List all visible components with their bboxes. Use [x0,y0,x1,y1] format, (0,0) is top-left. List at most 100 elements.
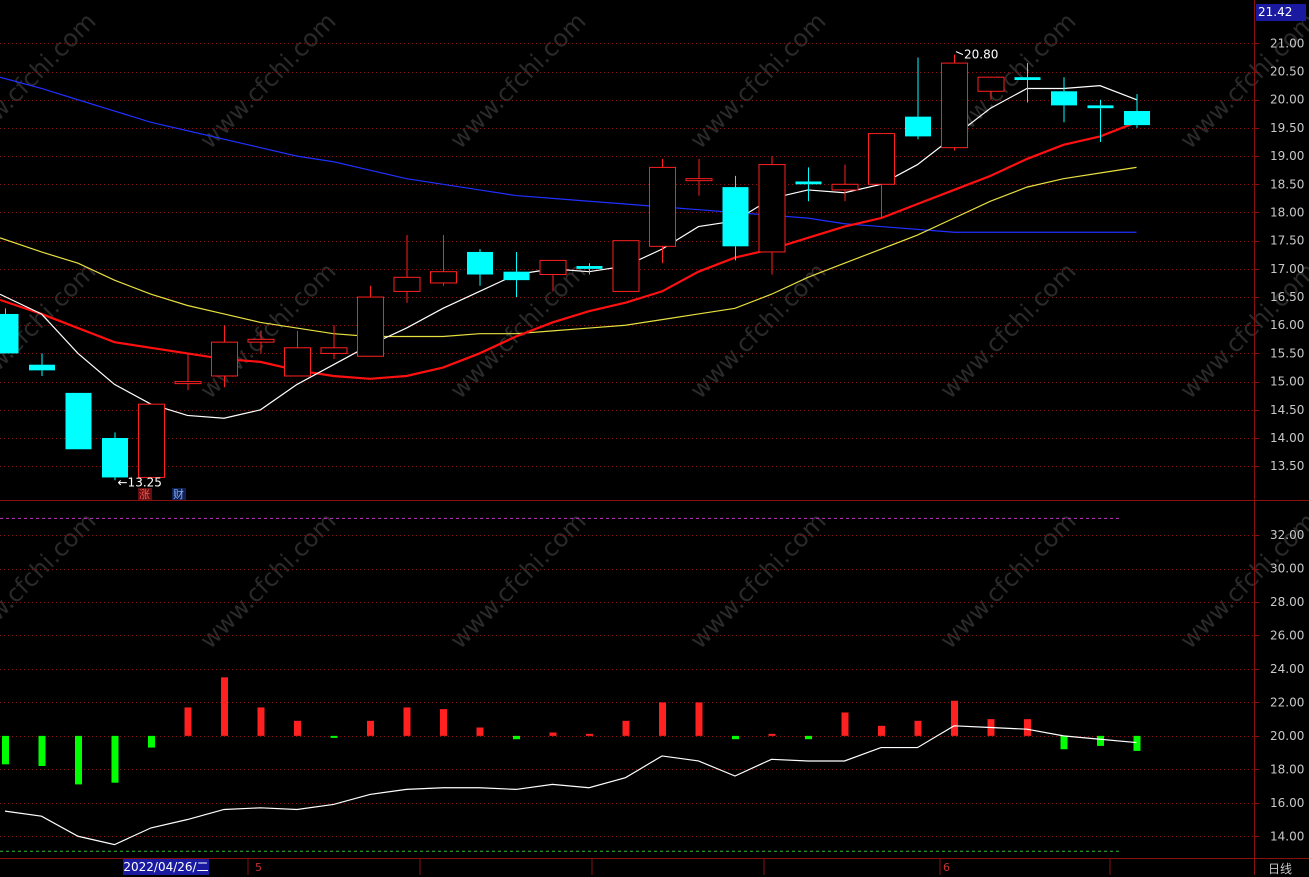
tag-cai: 财 [172,487,186,501]
volume-bar [659,702,666,736]
candle-body [722,187,749,247]
high-price-label: 20.80 [964,48,998,62]
volume-average-line [4,725,1137,846]
volume-bar [841,712,849,736]
price-tick-label: 15.00 [1270,375,1304,389]
candle [612,240,640,292]
candle-body [831,183,859,191]
candle-body [1087,105,1114,109]
tag-zhang: 涨 [138,488,152,501]
candle-body [649,166,676,247]
watermark-text: www.cfchi.com [934,507,1081,654]
volume-bar [878,725,885,736]
volume-bar [38,735,46,766]
volume-bar [367,720,374,736]
price-tick-label: 21.00 [1270,36,1304,50]
volume-bar [1060,735,1068,750]
volume-bar [2,735,9,765]
volume-bar [294,720,301,736]
tag-zhang-text: 涨 [139,488,150,501]
candle-body [576,266,603,269]
candle [941,54,968,151]
volume-bar [111,735,119,783]
watermark-text: www.cfchi.com [684,7,831,154]
candle [1051,77,1077,123]
volume-tick-label: 28.00 [1270,595,1304,609]
candle-body [977,76,1005,92]
volume-tick-label: 24.00 [1270,662,1304,676]
volume-tick-label: 20.00 [1270,729,1304,743]
candle [102,432,128,481]
candle [393,235,421,303]
price-tick-label: 20.00 [1270,93,1304,107]
candle [758,156,786,275]
price-tick-label: 18.50 [1270,177,1304,191]
volume-bar [440,709,447,736]
price-tick-label: 13.50 [1270,459,1304,473]
volume-bar [1133,735,1141,751]
candle-body [0,313,19,354]
period-label[interactable]: 日线 [1268,860,1292,877]
candle-body [539,259,567,276]
candle-body [905,116,931,137]
price-tick-label: 17.00 [1270,262,1304,276]
volume-bar [148,735,155,748]
ma10-line [0,121,1137,380]
candle-body [29,364,55,371]
price-tick-label: 19.50 [1270,121,1304,135]
candle-body [685,178,713,182]
candle-body [868,133,895,185]
price-tick-label: 15.50 [1270,346,1304,360]
candle-body [357,296,384,357]
volume-bar [513,735,520,740]
watermark-text: www.cfchi.com [194,507,341,654]
price-tick-label: 14.00 [1270,431,1304,445]
candle [685,158,713,196]
volume-bar [695,702,703,736]
watermark-text: www.cfchi.com [444,507,591,654]
candle-body [65,392,92,450]
volume-tick-label: 16.00 [1270,796,1304,810]
volume-tick-label: 30.00 [1270,562,1304,576]
price-tick-label: 19.00 [1270,149,1304,163]
candle-body [284,347,311,377]
watermark-text: www.cfchi.com [684,507,831,654]
volume-bar [732,735,739,740]
price-tick-label: 16.50 [1270,290,1304,304]
volume-tick-label: 32.00 [1270,528,1304,542]
volume-bar [476,727,484,736]
candle [284,330,311,377]
volume-bar [1097,735,1104,746]
candle-body [1051,91,1077,106]
candle [722,175,749,261]
candle [0,308,19,354]
candle-body [612,240,640,292]
candle [1087,99,1114,143]
candle [29,353,55,376]
candle [905,57,931,140]
candle [65,392,92,450]
month-marker-5: 5 [255,861,262,874]
candle [795,167,822,202]
watermark-layer: www.cfchi.com www.cfchi.com www.cfchi.com w… [0,7,1309,654]
volume-bar [622,720,630,736]
candle-body [174,381,202,385]
watermark-text: www.cfchi.com [684,257,831,404]
candle-body [393,276,421,292]
candle [430,235,457,286]
volume-bar [75,735,82,785]
price-tick-label: 20.50 [1270,65,1304,79]
candle [503,251,530,298]
candle-body [795,181,822,185]
month-marker-6: 6 [943,861,950,874]
candle-body [503,271,530,281]
volume-tick-label: 26.00 [1270,628,1304,642]
candle [138,403,165,478]
candle-body [320,347,348,354]
candle [649,158,676,264]
price-axis-labels: 21.00 20.50 20.00 19.50 19.00 18.50 18.00 17.50… [1270,36,1304,473]
volume-bar [549,732,557,736]
candle-body [1124,111,1150,126]
volume-bar [221,677,228,736]
volume-tick-label: 14.00 [1270,829,1304,843]
